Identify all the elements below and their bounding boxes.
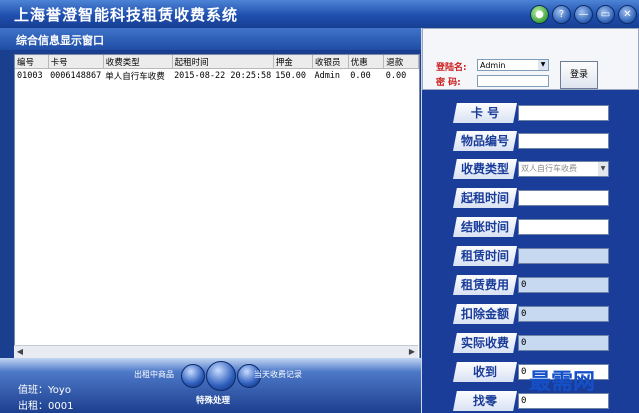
username-label: 登陆名: bbox=[436, 63, 467, 73]
username-value: Admin bbox=[480, 61, 506, 70]
col-header-fee-type[interactable]: 收费类型 bbox=[103, 55, 173, 69]
window-controls: ● ? — ▭ ✕ bbox=[530, 5, 637, 24]
cell-card: 0006148867 bbox=[50, 70, 102, 81]
rented-items-orb-icon[interactable] bbox=[181, 364, 205, 388]
fee-type-select[interactable]: 双人自行车收费 ▼ bbox=[518, 161, 609, 177]
duty-text: 值班：Yoyo bbox=[18, 385, 71, 396]
password-input[interactable] bbox=[477, 75, 549, 87]
received-label: 收到 bbox=[453, 362, 517, 382]
start-time-input[interactable] bbox=[518, 190, 609, 206]
deduction-label: 扣除金额 bbox=[453, 304, 517, 324]
start-time-label: 起租时间 bbox=[453, 188, 517, 208]
function-orbs bbox=[181, 361, 262, 391]
info-window-header: 综合信息显示窗口 bbox=[0, 28, 421, 50]
cell-fee-type: 单人自行车收费 bbox=[105, 71, 165, 82]
card-no-label: 卡 号 bbox=[453, 103, 517, 123]
help-icon[interactable]: ? bbox=[552, 5, 571, 24]
end-time-input[interactable] bbox=[518, 219, 609, 235]
rented-items-link[interactable]: 出租中商品 bbox=[134, 369, 174, 380]
login-box: 登陆名: Admin ▼ 密 码: 登录 bbox=[422, 28, 639, 90]
table-header-row: 编号 卡号 收费类型 起租时间 押金 收银员 优惠 退款 bbox=[15, 55, 419, 69]
end-time-label: 结账时间 bbox=[453, 217, 517, 237]
maximize-icon[interactable]: ▭ bbox=[596, 5, 615, 24]
col-header-start-time[interactable]: 起租时间 bbox=[172, 55, 274, 69]
username-select[interactable]: Admin ▼ bbox=[477, 59, 549, 71]
card-no-input[interactable] bbox=[518, 105, 609, 121]
cell-refund: 0.00 bbox=[385, 70, 407, 81]
actual-fee-input[interactable]: 0 bbox=[518, 335, 609, 351]
info-panel: 综合信息显示窗口 编号 卡号 收费类型 起租时间 押金 收银员 优惠 退款 01… bbox=[0, 28, 421, 413]
horizontal-scrollbar[interactable]: ◀ ▶ bbox=[14, 345, 418, 358]
record-table: 编号 卡号 收费类型 起租时间 押金 收银员 优惠 退款 01003 00061… bbox=[15, 55, 419, 82]
col-header-refund[interactable]: 退款 bbox=[383, 55, 419, 69]
col-header-deposit[interactable]: 押金 bbox=[273, 55, 313, 69]
fee-type-value: 双人自行车收费 bbox=[521, 164, 577, 173]
cell-id: 01003 bbox=[17, 70, 43, 81]
col-header-id[interactable]: 编号 bbox=[15, 55, 49, 69]
fee-type-label: 收费类型 bbox=[453, 159, 517, 179]
minimize-icon[interactable]: — bbox=[574, 5, 593, 24]
record-table-container[interactable]: 编号 卡号 收费类型 起租时间 押金 收银员 优惠 退款 01003 00061… bbox=[14, 54, 420, 388]
status-icon[interactable]: ● bbox=[530, 5, 549, 24]
cell-deposit: 150.00 bbox=[275, 70, 307, 81]
cell-discount: 0.00 bbox=[350, 70, 371, 81]
app-title: 上海誉澄智能科技租赁收费系统 bbox=[14, 6, 239, 24]
cell-cashier: Admin bbox=[314, 70, 341, 81]
deduction-input[interactable]: 0 bbox=[518, 306, 609, 322]
special-process-orb-icon[interactable] bbox=[206, 361, 236, 391]
scroll-left-icon[interactable]: ◀ bbox=[14, 346, 26, 358]
rent-fee-input[interactable]: 0 bbox=[518, 277, 609, 293]
info-window-title: 综合信息显示窗口 bbox=[16, 34, 104, 47]
chevron-down-icon[interactable]: ▼ bbox=[598, 162, 608, 176]
change-label: 找零 bbox=[453, 391, 517, 411]
chevron-down-icon[interactable]: ▼ bbox=[538, 60, 548, 70]
rent-count-text: 出租：0001 bbox=[18, 401, 74, 412]
scroll-right-icon[interactable]: ▶ bbox=[406, 346, 418, 358]
close-icon[interactable]: ✕ bbox=[618, 5, 637, 24]
col-header-discount[interactable]: 优惠 bbox=[348, 55, 385, 69]
password-label: 密 码: bbox=[436, 78, 461, 88]
login-button[interactable]: 登录 bbox=[560, 61, 598, 89]
col-header-cashier[interactable]: 收银员 bbox=[312, 55, 349, 69]
rent-duration-label: 租赁时间 bbox=[453, 246, 517, 266]
special-process-link[interactable]: 特殊处理 bbox=[196, 394, 230, 406]
title-bar: 上海誉澄智能科技租赁收费系统 ● ? — ▭ ✕ bbox=[0, 0, 639, 28]
rent-fee-label: 租赁费用 bbox=[453, 275, 517, 295]
rent-duration-input[interactable] bbox=[518, 248, 609, 264]
cell-start-time: 2015-08-22 20:25:58 bbox=[174, 70, 272, 81]
item-no-label: 物品编号 bbox=[453, 131, 517, 151]
col-header-card[interactable]: 卡号 bbox=[48, 55, 104, 69]
item-no-input[interactable] bbox=[518, 133, 609, 149]
actual-fee-label: 实际收费 bbox=[453, 333, 517, 353]
table-row[interactable]: 01003 0006148867 单人自行车收费 2015-08-22 20:2… bbox=[15, 69, 419, 83]
watermark-text: 最需网 bbox=[529, 369, 596, 395]
today-records-link[interactable]: 当天收费记录 bbox=[254, 369, 302, 380]
